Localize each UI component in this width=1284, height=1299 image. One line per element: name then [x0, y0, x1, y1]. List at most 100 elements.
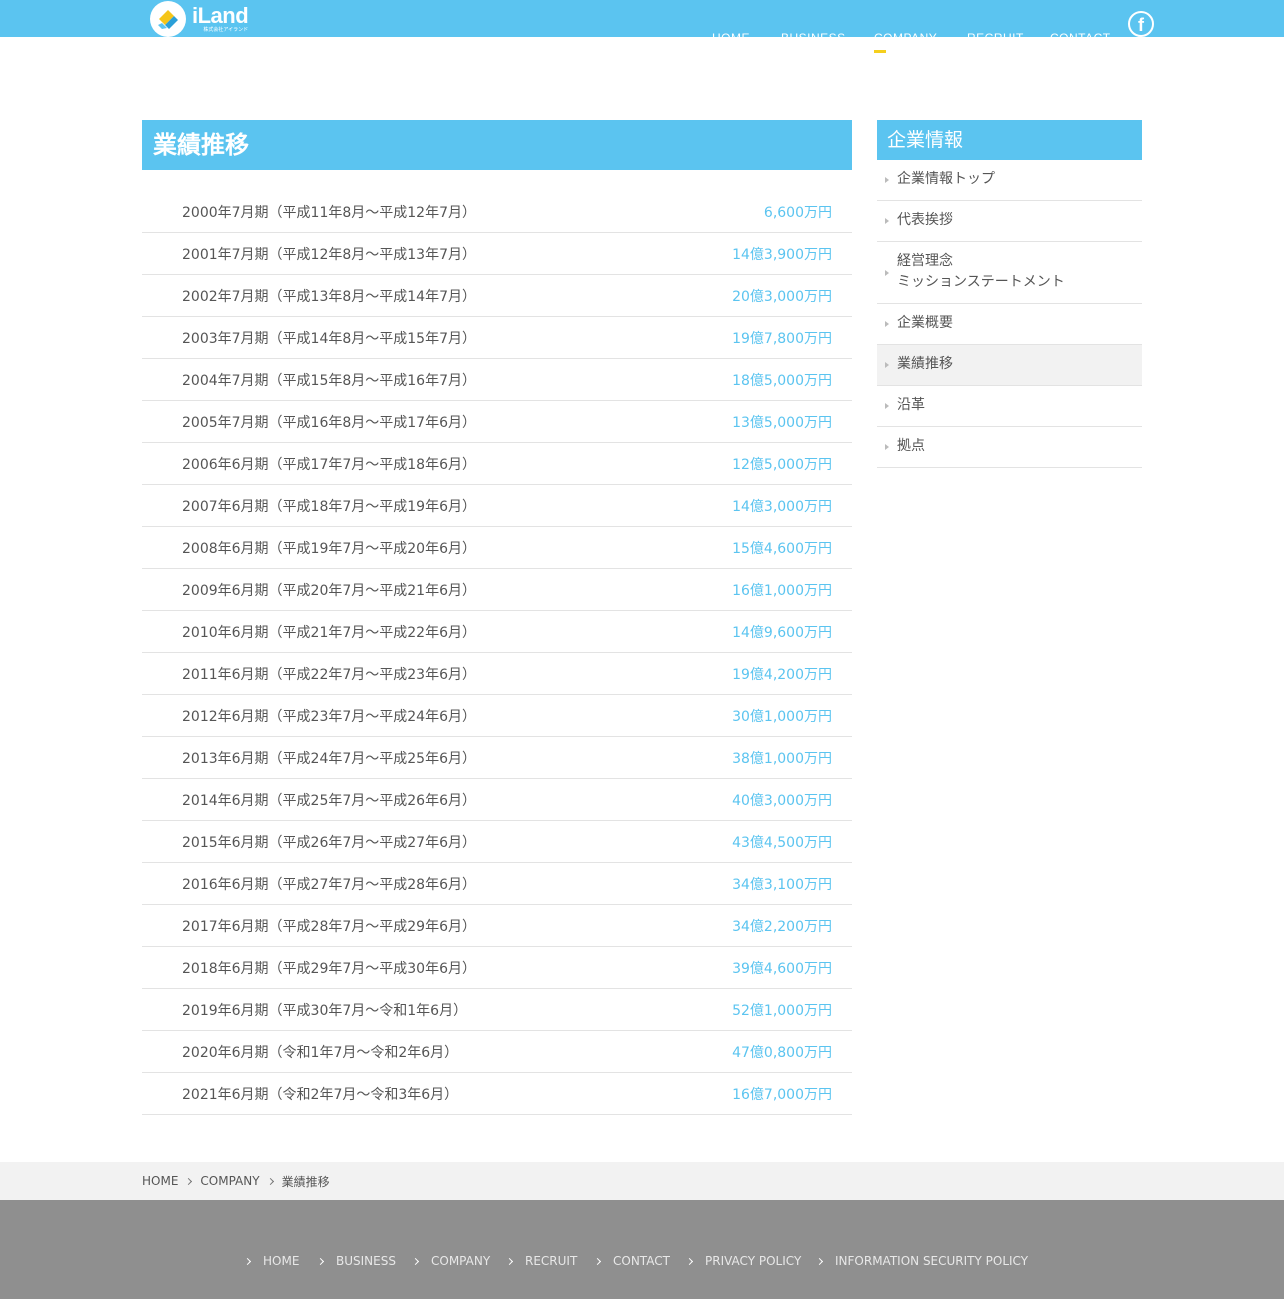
table-row: 2019年6月期（平成30年7月～令和1年6月） 52億1,000万円: [142, 989, 852, 1031]
table-row: 2008年6月期（平成19年7月～平成20年6月） 15億4,600万円: [142, 527, 852, 569]
revenue-amount: 18億5,000万円: [732, 372, 832, 389]
chevron-right-icon: [185, 1177, 193, 1185]
nav-contact-label: CONTACT: [1050, 28, 1111, 37]
breadcrumb-home[interactable]: HOME: [142, 1174, 178, 1188]
revenue-amount: 19億4,200万円: [732, 666, 832, 683]
table-row: 2010年6月期（平成21年7月～平成22年6月） 14億9,600万円: [142, 611, 852, 653]
facebook-icon[interactable]: f: [1128, 11, 1154, 37]
sidebar-item-history[interactable]: 沿革: [877, 386, 1142, 427]
footer-link-privacy[interactable]: PRIVACY POLICY: [685, 1253, 801, 1269]
table-row: 2011年6月期（平成22年7月～平成23年6月） 19億4,200万円: [142, 653, 852, 695]
table-row: 2020年6月期（令和1年7月～令和2年6月） 47億0,800万円: [142, 1031, 852, 1073]
footer-link-company[interactable]: COMPANY: [411, 1253, 491, 1269]
footer-link-contact[interactable]: CONTACT: [593, 1253, 670, 1269]
table-row: 2000年7月期（平成11年8月～平成12年7月） 6,600万円: [142, 191, 852, 233]
chevron-right-icon: [243, 1257, 252, 1265]
footer-link-label: COMPANY: [431, 1254, 491, 1268]
revenue-amount: 47億0,800万円: [732, 1044, 832, 1061]
sidebar-item-label: 代表挨拶: [897, 212, 953, 228]
site-logo[interactable]: iLand 株式会社アイランド: [150, 0, 249, 37]
fiscal-period: 2010年6月期（平成21年7月～平成22年6月）: [182, 624, 476, 641]
fiscal-period: 2008年6月期（平成19年7月～平成20年6月）: [182, 540, 476, 557]
table-row: 2012年6月期（平成23年7月～平成24年6月） 30億1,000万円: [142, 695, 852, 737]
footer-link-recruit[interactable]: RECRUIT: [505, 1253, 578, 1269]
nav-home[interactable]: HOME: [712, 28, 750, 37]
footer-link-label: CONTACT: [613, 1254, 670, 1268]
caret-right-icon: [885, 269, 889, 276]
nav-contact[interactable]: CONTACT: [1050, 28, 1111, 37]
fiscal-period: 2007年6月期（平成18年7月～平成19年6月）: [182, 498, 476, 515]
revenue-amount: 14億9,600万円: [732, 624, 832, 641]
caret-right-icon: [885, 362, 889, 368]
revenue-amount: 52億1,000万円: [732, 1002, 832, 1019]
table-row: 2015年6月期（平成26年7月～平成27年6月） 43億4,500万円: [142, 821, 852, 863]
revenue-amount: 19億7,800万円: [732, 330, 832, 347]
table-row: 2004年7月期（平成15年8月～平成16年7月） 18億5,000万円: [142, 359, 852, 401]
sidebar-item-greeting[interactable]: 代表挨拶: [877, 201, 1142, 242]
breadcrumb-company[interactable]: COMPANY: [200, 1174, 259, 1188]
sidebar-item-performance[interactable]: 業績推移: [877, 345, 1142, 386]
nav-company[interactable]: COMPANY: [874, 28, 937, 37]
table-row: 2016年6月期（平成27年7月～平成28年6月） 34億3,100万円: [142, 863, 852, 905]
nav-home-label: HOME: [712, 28, 750, 37]
chevron-right-icon: [815, 1257, 824, 1265]
site-header: iLand 株式会社アイランド HOME BUSINESS COMPANY RE…: [0, 0, 1284, 37]
table-row: 2017年6月期（平成28年7月～平成29年6月） 34億2,200万円: [142, 905, 852, 947]
table-row: 2021年6月期（令和2年7月～令和3年6月） 16億7,000万円: [142, 1073, 852, 1115]
nav-recruit-label: RECRUIT: [967, 28, 1024, 37]
footer-link-label: INFORMATION SECURITY POLICY: [835, 1254, 1029, 1268]
revenue-amount: 43億4,500万円: [732, 834, 832, 851]
table-row: 2002年7月期（平成13年8月～平成14年7月） 20億3,000万円: [142, 275, 852, 317]
chevron-right-icon: [685, 1257, 694, 1265]
fiscal-period: 2002年7月期（平成13年8月～平成14年7月）: [182, 288, 476, 305]
logo-name: iLand: [192, 2, 249, 28]
revenue-amount: 38億1,000万円: [732, 750, 832, 767]
caret-right-icon: [885, 403, 889, 409]
logo-subtitle: 株式会社アイランド: [203, 26, 249, 33]
chevron-right-icon: [411, 1257, 420, 1265]
chevron-right-icon: [266, 1177, 274, 1185]
fiscal-period: 2003年7月期（平成14年8月～平成15年7月）: [182, 330, 476, 347]
table-row: 2009年6月期（平成20年7月～平成21年6月） 16億1,000万円: [142, 569, 852, 611]
fiscal-period: 2011年6月期（平成22年7月～平成23年6月）: [182, 666, 476, 683]
sidebar-item-overview[interactable]: 企業概要: [877, 304, 1142, 345]
fiscal-period: 2020年6月期（令和1年7月～令和2年6月）: [182, 1044, 459, 1061]
page-title: 業績推移: [142, 120, 852, 170]
footer-link-label: RECRUIT: [525, 1254, 578, 1268]
footer-link-home[interactable]: HOME: [243, 1253, 299, 1269]
fiscal-period: 2005年7月期（平成16年8月～平成17年6月）: [182, 414, 476, 431]
footer-link-business[interactable]: BUSINESS: [316, 1253, 396, 1269]
revenue-amount: 34億3,100万円: [732, 876, 832, 893]
caret-right-icon: [885, 321, 889, 327]
sidebar-item-label: 企業概要: [897, 315, 953, 331]
sidebar-item-philosophy[interactable]: 経営理念 ミッションステートメント: [877, 242, 1142, 304]
footer-nav: HOME BUSINESS COMPANY RECRUIT CONTACT PR…: [0, 1253, 1284, 1269]
chevron-right-icon: [316, 1257, 325, 1265]
table-row: 2003年7月期（平成14年8月～平成15年7月） 19億7,800万円: [142, 317, 852, 359]
sidebar-item-locations[interactable]: 拠点: [877, 427, 1142, 468]
chevron-right-icon: [593, 1257, 602, 1265]
sidebar-item-company-top[interactable]: 企業情報トップ: [877, 160, 1142, 201]
revenue-amount: 16億1,000万円: [732, 582, 832, 599]
revenue-amount: 14億3,000万円: [732, 498, 832, 515]
fiscal-period: 2021年6月期（令和2年7月～令和3年6月）: [182, 1086, 459, 1103]
caret-right-icon: [885, 444, 889, 450]
footer-link-security[interactable]: INFORMATION SECURITY POLICY: [815, 1253, 1029, 1269]
revenue-amount: 13億5,000万円: [732, 414, 832, 431]
caret-right-icon: [885, 218, 889, 224]
breadcrumb-current: 業績推移: [281, 1174, 330, 1189]
revenue-amount: 30億1,000万円: [732, 708, 832, 725]
sidebar: 企業情報 企業情報トップ 代表挨拶 経営理念 ミッションステートメント 企業概要…: [877, 120, 1142, 468]
table-row: 2013年6月期（平成24年7月～平成25年6月） 38億1,000万円: [142, 737, 852, 779]
sidebar-item-label: 業績推移: [897, 356, 953, 372]
fiscal-period: 2018年6月期（平成29年7月～平成30年6月）: [182, 960, 476, 977]
fiscal-period: 2009年6月期（平成20年7月～平成21年6月）: [182, 582, 476, 599]
table-row: 2005年7月期（平成16年8月～平成17年6月） 13億5,000万円: [142, 401, 852, 443]
results-list: 2000年7月期（平成11年8月～平成12年7月） 6,600万円 2001年7月期…: [142, 191, 852, 1115]
revenue-amount: 20億3,000万円: [732, 288, 832, 305]
nav-active-indicator: [874, 50, 886, 53]
sidebar-item-label: 経営理念: [897, 253, 953, 269]
nav-business-label: BUSINESS: [781, 28, 846, 37]
nav-business[interactable]: BUSINESS: [781, 28, 846, 37]
nav-recruit[interactable]: RECRUIT: [967, 28, 1024, 37]
